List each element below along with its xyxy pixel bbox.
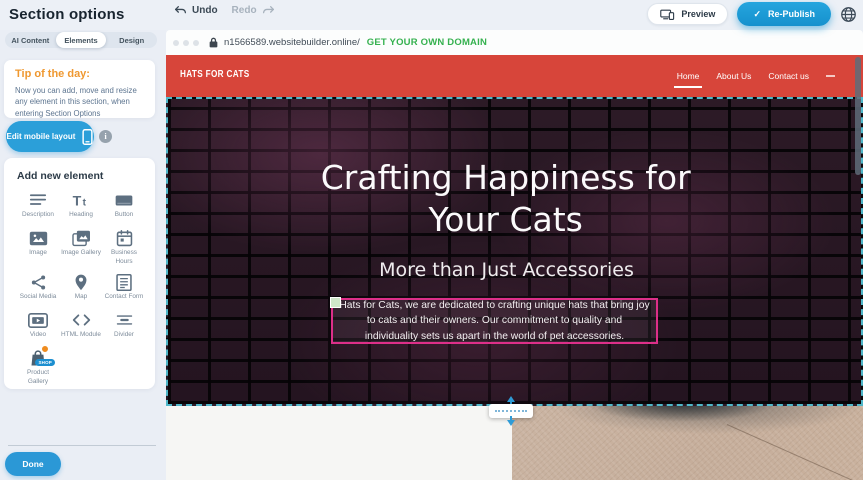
- element-product-gallery[interactable]: SHOP Product Gallery: [17, 349, 59, 386]
- element-button[interactable]: Button: [103, 191, 145, 222]
- edit-mobile-layout-button[interactable]: Edit mobile layout: [6, 121, 94, 152]
- site-nav: Home About Us Contact us: [677, 55, 835, 97]
- topbar-actions: Preview ✓ Re-Publish: [647, 2, 857, 26]
- svg-text:T: T: [73, 193, 82, 209]
- tab-elements[interactable]: Elements: [56, 32, 107, 48]
- form-icon: [114, 273, 134, 291]
- element-contact-form[interactable]: Contact Form: [103, 273, 145, 304]
- get-domain-link[interactable]: GET YOUR OWN DOMAIN: [367, 37, 487, 48]
- language-globe-icon[interactable]: [840, 6, 857, 23]
- video-icon: [28, 311, 48, 329]
- add-new-element-panel: Add new element Description Tt Heading B…: [4, 158, 155, 389]
- code-icon: [71, 311, 91, 329]
- tab-design[interactable]: Design: [106, 32, 157, 48]
- divider-icon: [114, 311, 134, 329]
- selected-text-element[interactable]: Hats for Cats, we are dedicated to craft…: [331, 298, 658, 344]
- done-button[interactable]: Done: [5, 452, 61, 476]
- info-icon[interactable]: i: [99, 130, 112, 143]
- next-section-image: [512, 406, 863, 480]
- phone-icon: [82, 129, 93, 145]
- image-gallery-icon: [71, 229, 91, 247]
- element-divider[interactable]: Divider: [103, 311, 145, 342]
- redo-button[interactable]: Redo: [232, 5, 275, 16]
- nav-more-icon[interactable]: [826, 75, 835, 77]
- tip-title: Tip of the day:: [15, 68, 144, 80]
- section-resize-handle[interactable]: [489, 397, 533, 425]
- tip-of-the-day-card: Tip of the day: Now you can add, move an…: [4, 60, 155, 118]
- svg-text:t: t: [83, 197, 87, 208]
- hero-heading[interactable]: Crafting Happiness for Your Cats: [286, 157, 726, 241]
- element-grid: Description Tt Heading Button Image: [17, 191, 149, 387]
- element-video[interactable]: Video: [17, 311, 59, 342]
- new-badge-dot: [41, 345, 49, 353]
- tab-ai-content[interactable]: AI Content: [5, 32, 56, 48]
- element-heading[interactable]: Tt Heading: [60, 191, 102, 222]
- drag-dots-icon: [495, 410, 527, 412]
- redo-icon: [262, 5, 275, 16]
- element-image[interactable]: Image: [17, 229, 59, 266]
- share-icon: [28, 273, 48, 291]
- undo-redo-group: Undo Redo: [174, 5, 275, 16]
- element-image-gallery[interactable]: Image Gallery: [60, 229, 102, 266]
- check-icon: ✓: [753, 9, 761, 20]
- add-panel-title: Add new element: [17, 170, 149, 182]
- element-map[interactable]: Map: [60, 273, 102, 304]
- element-social-media[interactable]: Social Media: [17, 273, 59, 304]
- preview-button[interactable]: Preview: [647, 3, 728, 25]
- calendar-icon: [114, 229, 134, 247]
- resize-down-arrow-icon: [507, 420, 515, 426]
- devices-icon: [660, 9, 675, 20]
- sidebar-divider: [8, 445, 156, 446]
- section-options-sidebar: AI Content Elements Design Tip of the da…: [0, 30, 166, 480]
- site-viewport: HATS FOR CATS Home About Us Contact us C…: [166, 55, 863, 480]
- button-icon: [114, 191, 134, 209]
- page-title: Section options: [9, 6, 125, 23]
- text-lines-icon: [28, 191, 48, 209]
- undo-button[interactable]: Undo: [174, 5, 218, 16]
- element-description[interactable]: Description: [17, 191, 59, 222]
- element-business-hours[interactable]: Business Hours: [103, 229, 145, 266]
- hero-subheading[interactable]: More than Just Accessories: [307, 259, 707, 281]
- image-icon: [28, 229, 48, 247]
- element-html-module[interactable]: HTML Module: [60, 311, 102, 342]
- heading-icon: Tt: [71, 191, 91, 209]
- lock-icon: [209, 37, 218, 48]
- selection-handle[interactable]: [330, 297, 341, 308]
- window-dots-icon: [173, 40, 199, 46]
- site-url[interactable]: n1566589.websitebuilder.online/: [224, 37, 360, 48]
- sidebar-tabs: AI Content Elements Design: [5, 32, 157, 48]
- preview-scrollbar[interactable]: [855, 57, 861, 175]
- republish-button[interactable]: ✓ Re-Publish: [737, 2, 831, 26]
- undo-icon: [174, 5, 187, 16]
- nav-about-us[interactable]: About Us: [716, 67, 751, 85]
- preview-area: n1566589.websitebuilder.online/ GET YOUR…: [166, 30, 863, 480]
- site-logo[interactable]: HATS FOR CATS: [180, 69, 250, 80]
- site-header[interactable]: HATS FOR CATS Home About Us Contact us: [166, 55, 863, 97]
- browser-chrome: n1566589.websitebuilder.online/ GET YOUR…: [166, 30, 863, 55]
- shop-badge: SHOP: [35, 359, 55, 366]
- selected-hero-section[interactable]: Crafting Happiness for Your Cats More th…: [166, 97, 863, 406]
- tip-body: Now you can add, move and resize any ele…: [15, 85, 144, 119]
- map-pin-icon: [71, 273, 91, 291]
- nav-contact-us[interactable]: Contact us: [768, 67, 809, 85]
- nav-home[interactable]: Home: [677, 67, 700, 85]
- hero-body-text: Hats for Cats, we are dedicated to craft…: [339, 298, 650, 344]
- top-bar: Section options Undo Redo Preview ✓ Re-P…: [0, 0, 863, 30]
- shop-bag-icon: SHOP: [28, 349, 48, 367]
